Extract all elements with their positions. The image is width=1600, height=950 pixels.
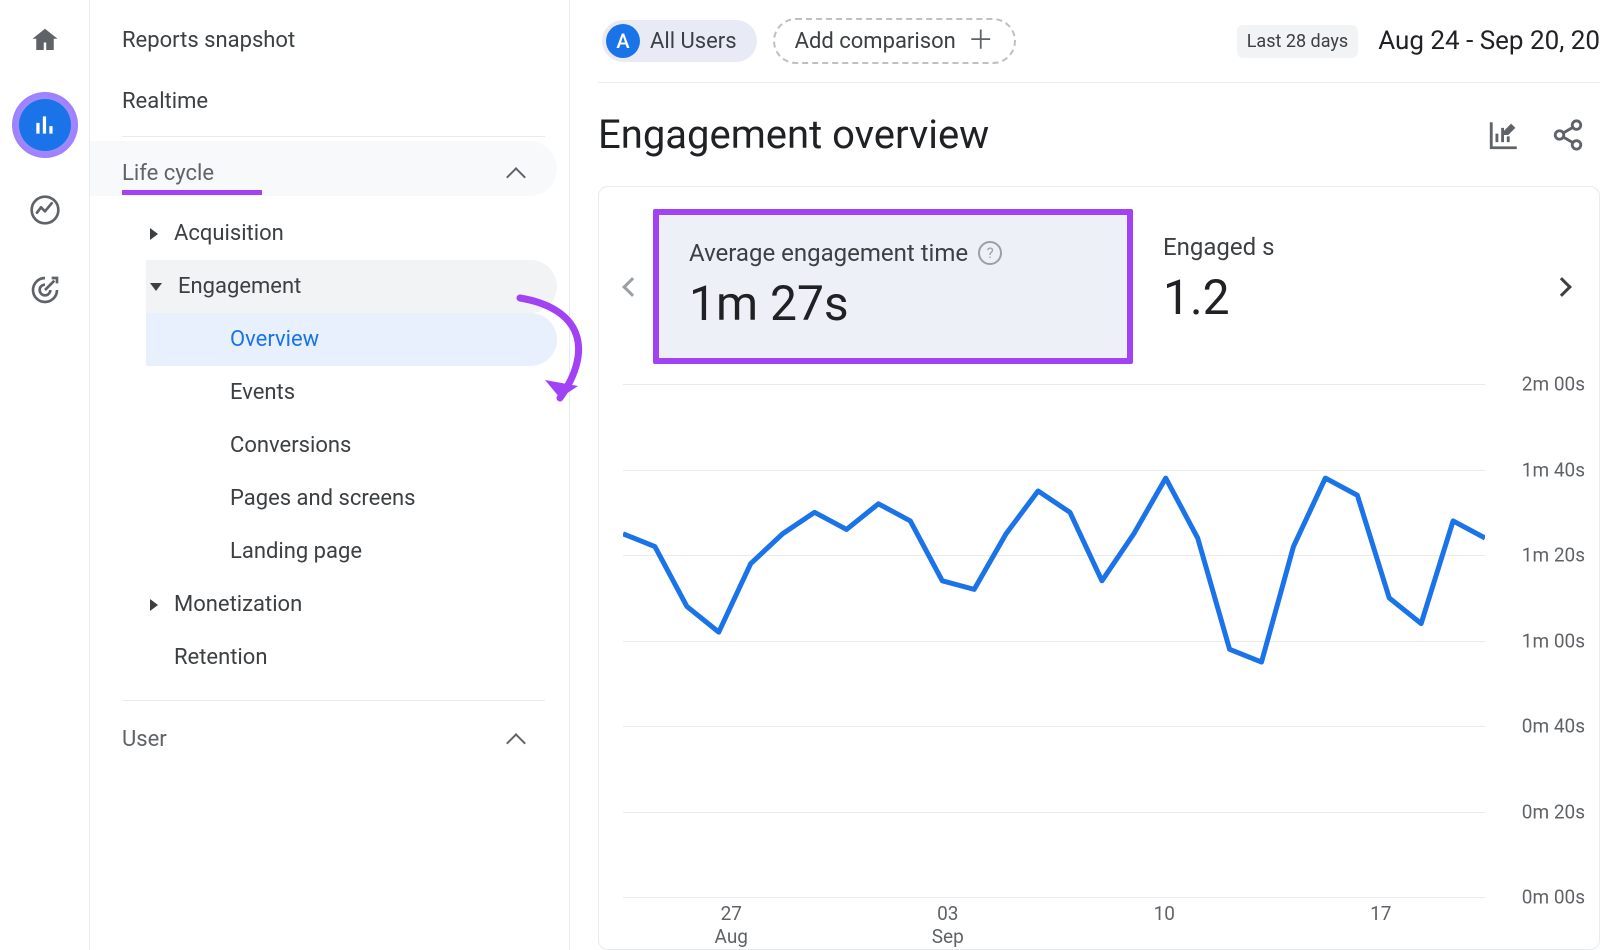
nav-label: Monetization xyxy=(174,592,302,617)
metric-value: 1.2 xyxy=(1163,269,1511,326)
nav-engagement-overview[interactable]: Overview xyxy=(146,313,557,366)
divider xyxy=(122,136,545,137)
nav-label: Pages and screens xyxy=(230,486,416,511)
topbar: A All Users Add comparison ＋ Last 28 day… xyxy=(570,0,1600,82)
metrics-next-button[interactable] xyxy=(1541,209,1583,364)
caret-down-icon xyxy=(150,283,162,291)
help-icon[interactable]: ? xyxy=(978,241,1002,265)
chart-edit-icon xyxy=(1487,118,1521,152)
rail-advertising[interactable] xyxy=(17,262,73,318)
plus-icon: ＋ xyxy=(968,28,994,54)
y-tick-label: 1m 40s xyxy=(1522,458,1585,481)
y-axis-labels: 0m 00s0m 20s0m 40s1m 00s1m 20s1m 40s2m 0… xyxy=(1485,384,1585,897)
nav-monetization[interactable]: Monetization xyxy=(146,578,557,631)
rail-reports[interactable] xyxy=(12,92,78,158)
metric-tile-engaged-sessions[interactable]: Engaged s 1.2 xyxy=(1133,209,1541,364)
nav-label: Conversions xyxy=(230,433,351,458)
date-preset-chip[interactable]: Last 28 days xyxy=(1237,25,1358,58)
metric-label: Average engagement time xyxy=(689,239,968,267)
divider xyxy=(122,700,545,701)
segment-all-users[interactable]: A All Users xyxy=(602,20,757,62)
engagement-card: Average engagement time ? 1m 27s Engaged… xyxy=(598,186,1600,950)
y-tick-label: 1m 00s xyxy=(1522,629,1585,652)
metric-label: Engaged s xyxy=(1163,233,1275,261)
page-actions xyxy=(1484,115,1588,155)
metric-tile-avg-engagement-time[interactable]: Average engagement time ? 1m 27s xyxy=(653,209,1133,364)
chevron-up-icon xyxy=(506,733,526,753)
add-comparison-button[interactable]: Add comparison ＋ xyxy=(773,18,1016,64)
share-icon xyxy=(1551,118,1585,152)
nav-group-user[interactable]: User xyxy=(90,705,557,766)
highlight-underline xyxy=(122,190,262,195)
segment-label: All Users xyxy=(650,29,737,54)
y-tick-label: 0m 40s xyxy=(1522,715,1585,738)
rail-explore[interactable] xyxy=(17,182,73,238)
trend-circle-icon xyxy=(29,194,61,226)
reports-sidebar: Reports snapshot Realtime Life cycle Acq… xyxy=(90,0,570,950)
nav-label: Engagement xyxy=(178,274,301,299)
target-click-icon xyxy=(29,274,61,306)
metrics-row: Average engagement time ? 1m 27s Engaged… xyxy=(599,187,1599,374)
share-button[interactable] xyxy=(1548,115,1588,155)
main-content: A All Users Add comparison ＋ Last 28 day… xyxy=(570,0,1600,950)
x-tick-label: 17 xyxy=(1273,903,1490,949)
nav-retention[interactable]: Retention xyxy=(146,631,557,684)
nav-label: Reports snapshot xyxy=(122,28,295,53)
x-tick-label: 27Aug xyxy=(623,903,840,949)
bar-chart-icon xyxy=(32,112,58,138)
nav-label: Retention xyxy=(174,645,267,670)
date-range-display[interactable]: Aug 24 - Sep 20, 20 xyxy=(1378,26,1600,56)
nav-reports-snapshot[interactable]: Reports snapshot xyxy=(90,10,557,71)
y-tick-label: 0m 20s xyxy=(1522,800,1585,823)
chevron-left-icon xyxy=(622,277,642,297)
nav-group-life-cycle[interactable]: Life cycle xyxy=(90,141,557,196)
nav-acquisition[interactable]: Acquisition xyxy=(146,207,557,260)
engagement-line-chart: 0m 00s0m 20s0m 40s1m 00s1m 20s1m 40s2m 0… xyxy=(599,374,1599,897)
nav-engagement-pages-screens[interactable]: Pages and screens xyxy=(146,472,557,525)
nav-label: Events xyxy=(230,380,295,405)
y-tick-label: 0m 00s xyxy=(1522,886,1585,909)
nav-label: Acquisition xyxy=(174,221,284,246)
icon-rail xyxy=(0,0,90,950)
caret-right-icon xyxy=(150,228,158,240)
group-label: Life cycle xyxy=(122,161,214,186)
customize-report-button[interactable] xyxy=(1484,115,1524,155)
nav-engagement-landing-page[interactable]: Landing page xyxy=(146,525,557,578)
chevron-up-icon xyxy=(506,167,526,187)
segment-avatar: A xyxy=(606,24,640,58)
home-icon xyxy=(30,25,60,55)
chevron-right-icon xyxy=(1552,277,1572,297)
nav-engagement-events[interactable]: Events xyxy=(146,366,557,419)
rail-home[interactable] xyxy=(17,12,73,68)
add-comparison-label: Add comparison xyxy=(795,29,956,54)
nav-label: Overview xyxy=(230,327,319,352)
y-tick-label: 1m 20s xyxy=(1522,544,1585,567)
x-tick-label: 03Sep xyxy=(840,903,1057,949)
y-tick-label: 2m 00s xyxy=(1522,373,1585,396)
x-tick-label: 10 xyxy=(1056,903,1273,949)
caret-right-icon xyxy=(150,599,158,611)
page-header: Engagement overview xyxy=(570,83,1600,186)
nav-engagement[interactable]: Engagement xyxy=(146,260,557,313)
group-label: User xyxy=(122,727,167,752)
nav-realtime[interactable]: Realtime xyxy=(90,71,557,132)
metric-value: 1m 27s xyxy=(689,275,1097,332)
nav-label: Realtime xyxy=(122,89,208,114)
chart-line xyxy=(623,384,1485,897)
metrics-prev-button[interactable] xyxy=(611,209,653,364)
page-title: Engagement overview xyxy=(598,111,989,158)
nav-engagement-conversions[interactable]: Conversions xyxy=(146,419,557,472)
nav-label: Landing page xyxy=(230,539,362,564)
x-axis-labels: 27Aug03Sep1017 xyxy=(599,897,1599,949)
